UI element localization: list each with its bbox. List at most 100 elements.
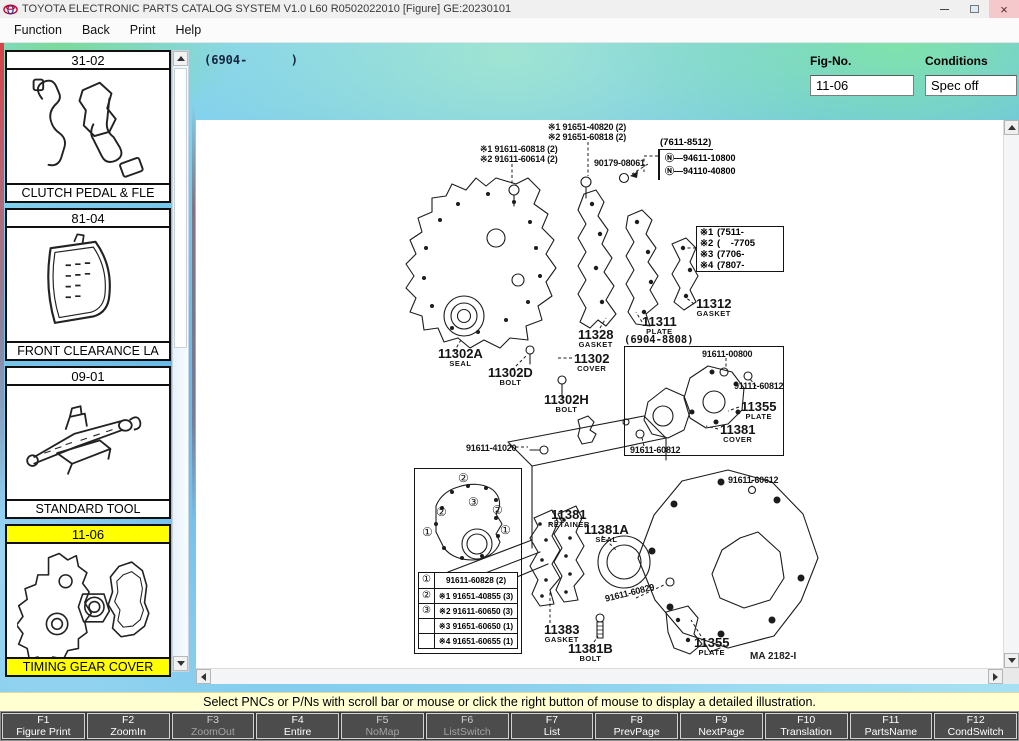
conditions-label: Conditions xyxy=(925,54,988,68)
part-number-label[interactable]: 11302COVER xyxy=(574,353,609,373)
thumbnail-code: 11-06 xyxy=(7,526,169,544)
timing-cover-drawing xyxy=(17,545,159,657)
part-code-label[interactable]: 91611-60829 xyxy=(604,582,655,604)
figure-watermark: MA 2182-I xyxy=(750,651,796,662)
status-bar: Select PNCs or P/Ns with scroll bar or m… xyxy=(0,692,1019,711)
thumbnail-figure xyxy=(7,386,169,499)
menu-item-print[interactable]: Print xyxy=(120,20,166,40)
date-range-row: ※3(7706- xyxy=(697,249,783,260)
maximize-button[interactable] xyxy=(959,0,989,18)
thumbnail-label: STANDARD TOOL xyxy=(7,499,169,517)
part-number-label[interactable]: 11328GASKET xyxy=(578,329,613,349)
fkey-f11-button[interactable]: F11PartsName xyxy=(850,713,933,739)
thumbnail-09-01[interactable]: 09-01 STANDARD TOOL xyxy=(5,366,171,519)
diagram-scroll-up-button[interactable] xyxy=(1004,120,1019,135)
menu-item-help[interactable]: Help xyxy=(165,20,211,40)
sidebar-scroll-up-button[interactable] xyxy=(173,51,188,66)
part-code-label[interactable]: Ⓝ—94611-10800 xyxy=(665,152,778,165)
fkey-f3-button[interactable]: F3ZoomOut xyxy=(172,713,255,739)
fkey-f4-button[interactable]: F4Entire xyxy=(256,713,339,739)
clutch-pedal-drawing xyxy=(17,71,159,183)
part-number-label[interactable]: 11302HBOLT xyxy=(544,394,589,414)
arrow-down-icon xyxy=(177,661,185,666)
part-number-label[interactable]: 11311PLATE xyxy=(642,316,677,336)
function-key-bar: F1Figure PrintF2ZoomInF3ZoomOutF4EntireF… xyxy=(0,711,1019,741)
main-area: 31-02 CLUTCH PEDAL & FLE81-04 FRONT CLEA… xyxy=(0,43,1019,692)
diagram-scroll-down-button[interactable] xyxy=(1004,653,1019,668)
sidebar-scrollbar-thumb[interactable] xyxy=(174,68,187,348)
thumbnail-code: 81-04 xyxy=(7,210,169,228)
part-code-label[interactable]: 90179-08061 xyxy=(594,158,645,168)
thumbnail-81-04[interactable]: 81-04 FRONT CLEARANCE LA xyxy=(5,208,171,361)
diagram-vertical-scrollbar[interactable] xyxy=(1003,120,1019,668)
thumbnail-label: TIMING GEAR COVER xyxy=(7,657,169,675)
fkey-f9-button[interactable]: F9NextPage xyxy=(680,713,763,739)
conditions-input[interactable] xyxy=(925,75,1017,96)
fkey-f12-button[interactable]: F12CondSwitch xyxy=(934,713,1017,739)
menu-item-back[interactable]: Back xyxy=(72,20,120,40)
gasket-detail-box: ①91611-60828 (2)②※1 91651-40855 (3)③※2 9… xyxy=(414,468,522,654)
fkey-f2-button[interactable]: F2ZoomIn xyxy=(87,713,170,739)
arrow-down-icon xyxy=(1008,658,1016,663)
maximize-icon xyxy=(970,5,979,13)
fkey-f6-button[interactable]: F6ListSwitch xyxy=(426,713,509,739)
fkey-f8-button[interactable]: F8PrevPage xyxy=(595,713,678,739)
parts-box-6904-8808 xyxy=(624,346,784,456)
menu-bar: FunctionBackPrintHelp xyxy=(0,18,1019,43)
menu-item-function[interactable]: Function xyxy=(4,20,72,40)
toyota-logo-icon xyxy=(3,2,18,17)
fig-no-label: Fig-No. xyxy=(810,54,851,68)
part-code-label[interactable]: ※2 91651-60818 (2) xyxy=(548,132,626,143)
sidebar-scroll-down-button[interactable] xyxy=(173,656,188,671)
fig-no-input[interactable] xyxy=(810,75,914,96)
diagram-canvas[interactable]: ※1 91651-40820 (2)※2 91651-60818 (2)※1 9… xyxy=(196,120,1003,668)
date-range-row: ※1(7511- xyxy=(697,227,783,238)
arrow-right-icon xyxy=(993,673,998,681)
part-number-label[interactable]: 11381ASEAL xyxy=(584,524,629,544)
thumbnail-code: 09-01 xyxy=(7,368,169,386)
parts-table-row[interactable]: ※4 91651-60655 (1) xyxy=(419,633,517,648)
part-code-label[interactable]: ※2 91611-60614 (2) xyxy=(480,154,558,165)
thumbnail-11-06[interactable]: 11-06 TIMING GEAR COVER xyxy=(5,524,171,677)
parts-table-row[interactable]: ②※1 91651-40855 (3) xyxy=(419,588,517,603)
arrow-up-icon xyxy=(177,56,185,61)
part-labels-layer: ※1 91651-40820 (2)※2 91651-60818 (2)※1 9… xyxy=(196,120,1003,668)
part-number-label[interactable]: 11312GASKET xyxy=(696,298,731,318)
diagram-horizontal-scrollbar[interactable] xyxy=(196,668,1003,684)
arrow-left-icon xyxy=(201,673,206,681)
parts-table-row[interactable]: ③※2 91611-60650 (3) xyxy=(419,603,517,618)
close-button[interactable]: × xyxy=(989,0,1019,18)
part-number-label[interactable]: 11302ASEAL xyxy=(438,348,483,368)
thumbnail-code: 31-02 xyxy=(7,52,169,70)
figure-thumbnail-list: 31-02 CLUTCH PEDAL & FLE81-04 FRONT CLEA… xyxy=(5,50,171,677)
fkey-f10-button[interactable]: F10Translation xyxy=(765,713,848,739)
fkey-f7-button[interactable]: F7List xyxy=(511,713,594,739)
app-window: TOYOTA ELECTRONIC PARTS CATALOG SYSTEM V… xyxy=(0,0,1019,741)
part-code-label[interactable]: 91611-41020 xyxy=(466,443,516,453)
minimize-button[interactable] xyxy=(929,0,959,18)
diagram-scroll-left-button[interactable] xyxy=(196,669,211,684)
part-number-label[interactable]: 11302DBOLT xyxy=(488,367,533,387)
parts-box-7611: (7611-8512) Ⓝ—94611-10800Ⓝ—94110-40800 xyxy=(658,132,778,180)
part-code-label[interactable]: Ⓝ—94110-40800 xyxy=(665,165,778,178)
thumbnail-figure xyxy=(7,228,169,341)
title-bar: TOYOTA ELECTRONIC PARTS CATALOG SYSTEM V… xyxy=(0,0,1019,18)
diagram-scroll-right-button[interactable] xyxy=(988,669,1003,684)
arrow-up-icon xyxy=(1008,125,1016,130)
fkey-f5-button[interactable]: F5NoMap xyxy=(341,713,424,739)
thumbnail-label: FRONT CLEARANCE LA xyxy=(7,341,169,359)
part-code-label[interactable]: 91611-60612 xyxy=(728,475,778,485)
fkey-f1-button[interactable]: F1Figure Print xyxy=(2,713,85,739)
part-number-label[interactable]: 11381BBOLT xyxy=(568,643,613,663)
date-range-row: ※4(7807- xyxy=(697,260,783,271)
parts-table-row[interactable]: ①91611-60828 (2) xyxy=(419,573,517,588)
thumbnail-31-02[interactable]: 31-02 CLUTCH PEDAL & FLE xyxy=(5,50,171,203)
sidebar-scrollbar[interactable] xyxy=(172,50,189,672)
parts-table-row[interactable]: ※3 91651-60650 (1) xyxy=(419,618,517,633)
minimize-icon xyxy=(940,9,949,10)
thumbnail-label: CLUTCH PEDAL & FLE xyxy=(7,183,169,201)
part-number-label[interactable]: 11355PLATE xyxy=(694,637,729,657)
jack-drawing xyxy=(17,387,159,499)
parts-table: ①91611-60828 (2)②※1 91651-40855 (3)③※2 9… xyxy=(418,572,518,649)
thumbnail-figure xyxy=(7,70,169,183)
